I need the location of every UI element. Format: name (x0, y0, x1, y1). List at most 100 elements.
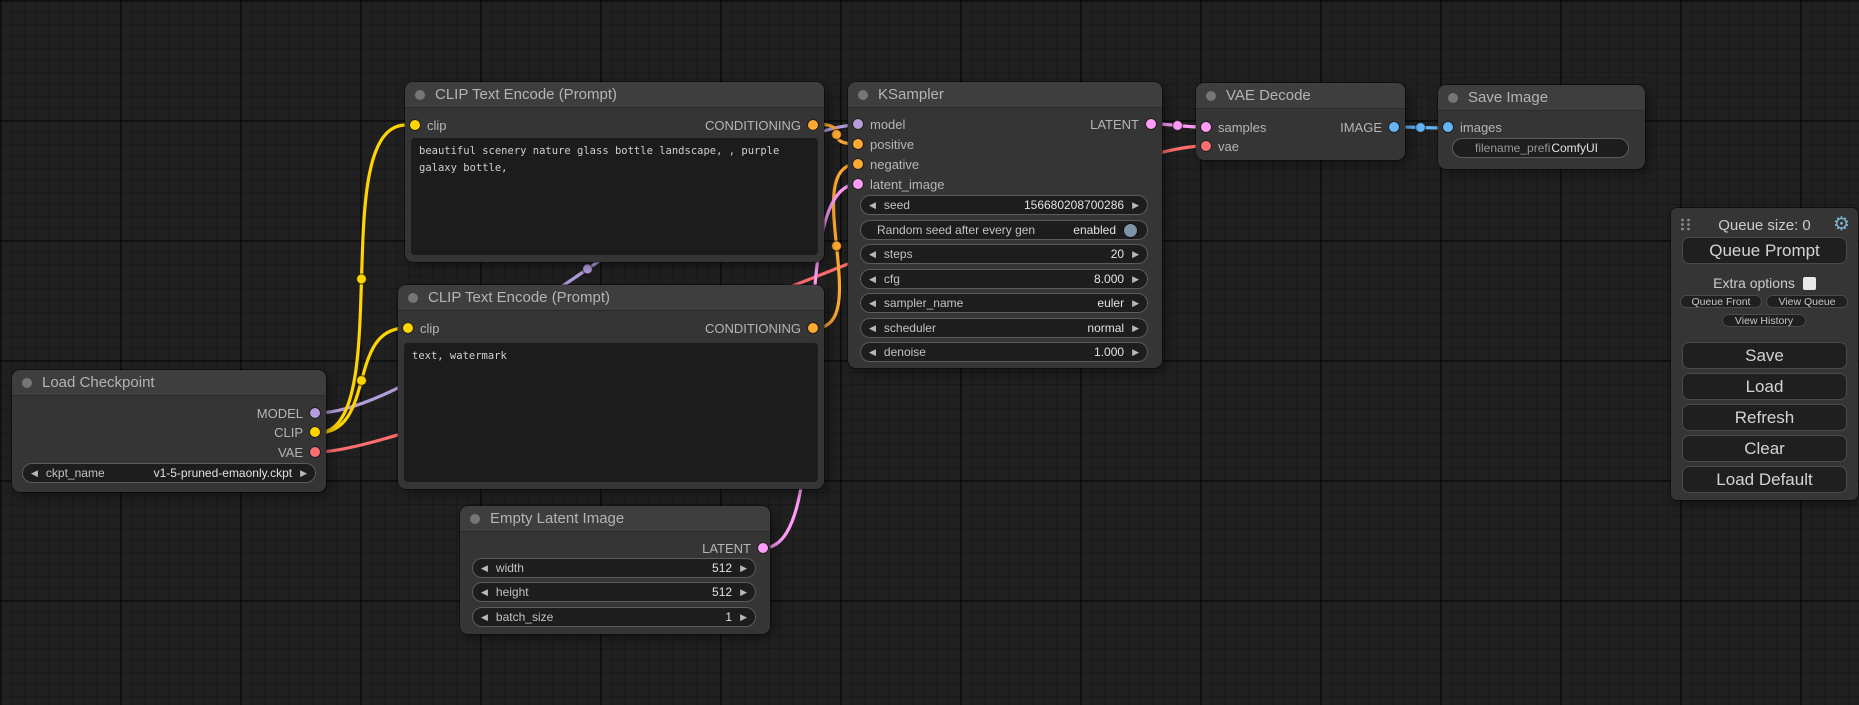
slot-label: images (1460, 120, 1502, 135)
image-port-icon[interactable] (1389, 122, 1399, 132)
node-ksampler[interactable]: KSampler model positive negative latent_… (848, 82, 1162, 368)
extra-options-checkbox[interactable] (1803, 277, 1816, 290)
image-port-icon[interactable] (1443, 122, 1453, 132)
input-slot-model: model (853, 115, 905, 133)
node-clip-text-encode-positive[interactable]: CLIP Text Encode (Prompt) clip CONDITION… (405, 82, 824, 262)
increment-arrow-icon[interactable]: ▶ (1132, 201, 1139, 210)
clear-button[interactable]: Clear (1682, 435, 1847, 462)
clip-port-icon[interactable] (403, 323, 413, 333)
decrement-arrow-icon[interactable]: ◀ (31, 469, 38, 478)
refresh-button[interactable]: Refresh (1682, 404, 1847, 431)
clip-port-icon[interactable] (310, 427, 320, 437)
node-save-image[interactable]: Save Image images filename_prefix ComfyU… (1438, 85, 1645, 169)
conditioning-port-icon[interactable] (853, 139, 863, 149)
graph-canvas[interactable]: Load Checkpoint MODEL CLIP VAE ◀ ckpt_na… (0, 0, 1859, 705)
queue-prompt-button[interactable]: Queue Prompt (1682, 237, 1847, 264)
ckpt-name-widget[interactable]: ◀ ckpt_name v1-5-pruned-emaonly.ckpt ▶ (22, 463, 316, 483)
widget-label: Random seed after every gen (877, 223, 1035, 237)
positive-prompt-textarea[interactable]: beautiful scenery nature glass bottle la… (411, 138, 818, 255)
model-port-icon[interactable] (853, 119, 863, 129)
latent-port-icon[interactable] (1201, 122, 1211, 132)
increment-arrow-icon[interactable]: ▶ (1132, 348, 1139, 357)
decrement-arrow-icon[interactable]: ◀ (869, 250, 876, 259)
view-queue-button[interactable]: View Queue (1766, 295, 1848, 308)
increment-arrow-icon[interactable]: ▶ (1132, 299, 1139, 308)
increment-arrow-icon[interactable]: ▶ (1132, 324, 1139, 333)
node-title-bar[interactable]: Empty Latent Image (460, 506, 770, 532)
collapse-dot-icon[interactable] (22, 378, 32, 388)
node-load-checkpoint[interactable]: Load Checkpoint MODEL CLIP VAE ◀ ckpt_na… (12, 370, 326, 492)
node-title-bar[interactable]: VAE Decode (1196, 83, 1405, 109)
latent-port-icon[interactable] (853, 179, 863, 189)
node-title-bar[interactable]: CLIP Text Encode (Prompt) (405, 82, 824, 108)
latent-port-icon[interactable] (1146, 119, 1156, 129)
random-seed-widget[interactable]: Random seed after every gen enabled (860, 220, 1148, 240)
collapse-dot-icon[interactable] (1448, 93, 1458, 103)
collapse-dot-icon[interactable] (470, 514, 480, 524)
decrement-arrow-icon[interactable]: ◀ (869, 324, 876, 333)
save-button[interactable]: Save (1682, 342, 1847, 369)
clip-port-icon[interactable] (410, 120, 420, 130)
output-slot-image: IMAGE (1340, 118, 1399, 136)
extra-options-label: Extra options (1713, 275, 1795, 291)
denoise-widget[interactable]: ◀ denoise 1.000 ▶ (860, 342, 1148, 362)
steps-widget[interactable]: ◀ steps 20 ▶ (860, 244, 1148, 264)
collapse-dot-icon[interactable] (415, 90, 425, 100)
widget-value: 156680208700286 (1024, 198, 1124, 212)
load-default-button[interactable]: Load Default (1682, 466, 1847, 493)
load-button[interactable]: Load (1682, 373, 1847, 400)
conditioning-port-icon[interactable] (808, 120, 818, 130)
filename-prefix-widget[interactable]: filename_prefix ComfyUI (1452, 138, 1629, 158)
node-vae-decode[interactable]: VAE Decode samples vae IMAGE (1196, 83, 1405, 160)
sampler-name-widget[interactable]: ◀ sampler_name euler ▶ (860, 293, 1148, 313)
increment-arrow-icon[interactable]: ▶ (300, 469, 307, 478)
collapse-dot-icon[interactable] (408, 293, 418, 303)
cfg-widget[interactable]: ◀ cfg 8.000 ▶ (860, 269, 1148, 289)
widget-label: scheduler (884, 321, 936, 335)
conditioning-port-icon[interactable] (808, 323, 818, 333)
seed-widget[interactable]: ◀ seed 156680208700286 ▶ (860, 195, 1148, 215)
increment-arrow-icon[interactable]: ▶ (1132, 250, 1139, 259)
random-seed-toggle[interactable] (1124, 224, 1137, 237)
slot-label: clip (427, 118, 447, 133)
batch-size-widget[interactable]: ◀ batch_size 1 ▶ (472, 607, 756, 627)
collapse-dot-icon[interactable] (1206, 91, 1216, 101)
view-history-button[interactable]: View History (1722, 314, 1806, 327)
node-title-bar[interactable]: CLIP Text Encode (Prompt) (398, 285, 824, 311)
width-widget[interactable]: ◀ width 512 ▶ (472, 558, 756, 578)
drag-handle-icon[interactable] (1680, 217, 1691, 232)
node-title-bar[interactable]: Load Checkpoint (12, 370, 326, 396)
node-title: Save Image (1468, 89, 1548, 106)
queue-front-button[interactable]: Queue Front (1680, 295, 1762, 308)
increment-arrow-icon[interactable]: ▶ (740, 613, 747, 622)
vae-port-icon[interactable] (310, 447, 320, 457)
decrement-arrow-icon[interactable]: ◀ (481, 613, 488, 622)
increment-arrow-icon[interactable]: ▶ (740, 588, 747, 597)
model-port-icon[interactable] (310, 408, 320, 418)
decrement-arrow-icon[interactable]: ◀ (869, 275, 876, 284)
height-widget[interactable]: ◀ height 512 ▶ (472, 582, 756, 602)
node-title-bar[interactable]: Save Image (1438, 85, 1645, 111)
output-slot-latent: LATENT (1090, 115, 1156, 133)
link-center-dot (357, 376, 367, 386)
scheduler-widget[interactable]: ◀ scheduler normal ▶ (860, 318, 1148, 338)
collapse-dot-icon[interactable] (858, 90, 868, 100)
latent-port-icon[interactable] (758, 543, 768, 553)
queue-panel[interactable]: Queue size: 0 ⚙ Queue Prompt Extra optio… (1671, 208, 1858, 500)
decrement-arrow-icon[interactable]: ◀ (481, 564, 488, 573)
negative-prompt-textarea[interactable]: text, watermark (404, 343, 818, 482)
vae-port-icon[interactable] (1201, 141, 1211, 151)
increment-arrow-icon[interactable]: ▶ (740, 564, 747, 573)
decrement-arrow-icon[interactable]: ◀ (481, 588, 488, 597)
widget-value: normal (1087, 321, 1124, 335)
input-slot-vae: vae (1201, 137, 1239, 155)
conditioning-port-icon[interactable] (853, 159, 863, 169)
increment-arrow-icon[interactable]: ▶ (1132, 275, 1139, 284)
node-empty-latent-image[interactable]: Empty Latent Image LATENT ◀ width 512 ▶ … (460, 506, 770, 634)
decrement-arrow-icon[interactable]: ◀ (869, 299, 876, 308)
decrement-arrow-icon[interactable]: ◀ (869, 348, 876, 357)
settings-gear-icon[interactable]: ⚙ (1833, 214, 1850, 236)
node-title-bar[interactable]: KSampler (848, 82, 1162, 108)
node-clip-text-encode-negative[interactable]: CLIP Text Encode (Prompt) clip CONDITION… (398, 285, 824, 489)
decrement-arrow-icon[interactable]: ◀ (869, 201, 876, 210)
